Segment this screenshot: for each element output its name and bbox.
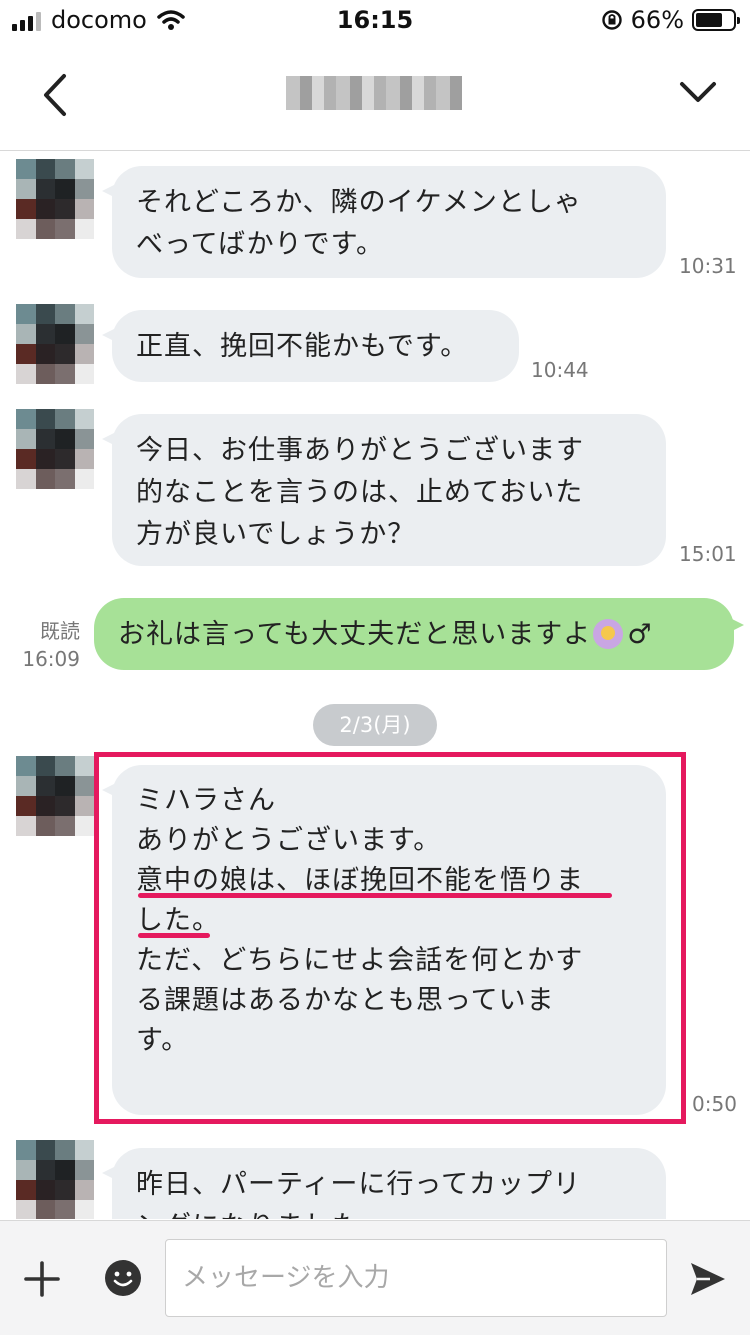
battery-icon <box>692 9 740 31</box>
send-icon[interactable] <box>688 1259 728 1299</box>
woman-gesturing-ok-icon <box>593 619 624 649</box>
message-time: 10:31 <box>679 254 737 278</box>
contact-name-blurred[interactable] <box>286 76 462 110</box>
message-input[interactable] <box>165 1239 667 1317</box>
message-time: 0:50 <box>692 1092 737 1116</box>
chat-area[interactable]: それどころか、隣のイケメンとしゃ べってばかりです。 10:31 正直、挽回不能… <box>0 151 750 1219</box>
chevron-left-icon[interactable] <box>36 70 76 120</box>
message-text: 昨日、パーティーに行ってカップリ ングになりました。 <box>136 1169 582 1219</box>
message-bubble[interactable]: 昨日、パーティーに行ってカップリ ングになりました。 <box>102 1148 666 1219</box>
highlight-frame <box>94 752 686 1124</box>
message-text: それどころか、隣のイケメンとしゃ べってばかりです。 <box>136 187 582 260</box>
message-bubble[interactable]: それどころか、隣のイケメンとしゃ べってばかりです。 <box>102 166 666 278</box>
message-time: 16:09 <box>22 647 80 671</box>
my-message-bubble[interactable]: お礼は言っても大丈夫だと思いますよ ♂ <box>94 598 744 670</box>
chevron-down-icon[interactable] <box>676 72 720 112</box>
status-bar: docomo 16:15 66% <box>0 0 750 44</box>
read-label: 既読 <box>40 619 80 643</box>
message-time: 10:44 <box>531 358 589 382</box>
message-text: 正直、挽回不能かもです。 <box>136 331 469 362</box>
plus-icon[interactable] <box>22 1259 62 1299</box>
emoji-icon[interactable] <box>104 1259 142 1297</box>
read-receipt: 既読 16:09 <box>0 617 80 673</box>
avatar[interactable] <box>16 304 94 384</box>
avatar[interactable] <box>16 1140 94 1219</box>
message-text: 今日、お仕事ありがとうございます 的なことを言うのは、止めておいた 方が良いでし… <box>136 435 584 550</box>
message-text-suffix: ♂ <box>627 619 653 650</box>
input-bar <box>0 1220 750 1335</box>
avatar[interactable] <box>16 159 94 239</box>
message-bubble[interactable]: 今日、お仕事ありがとうございます 的なことを言うのは、止めておいた 方が良いでし… <box>102 414 666 566</box>
chat-header <box>0 44 750 151</box>
message-bubble[interactable]: 正直、挽回不能かもです。 <box>102 310 519 382</box>
battery-percent: 66% <box>630 6 684 34</box>
message-time: 15:01 <box>679 542 737 566</box>
avatar[interactable] <box>16 756 94 836</box>
orientation-lock-icon <box>601 10 622 30</box>
date-separator: 2/3(月) <box>313 704 437 746</box>
avatar[interactable] <box>16 409 94 489</box>
message-text: お礼は言っても大丈夫だと思いますよ <box>118 619 592 650</box>
